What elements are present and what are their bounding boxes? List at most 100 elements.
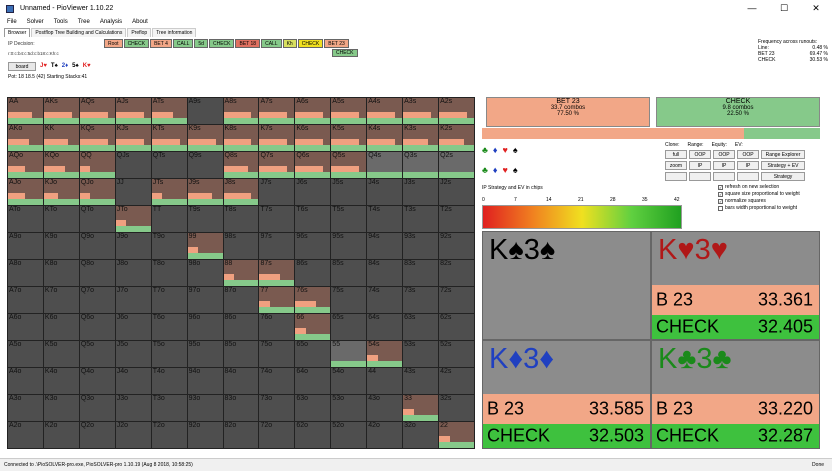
action-history-item[interactable]: CHECK [297, 39, 324, 48]
hand-cell[interactable]: KJs [115, 125, 151, 151]
hand-cell[interactable]: ATo [8, 206, 43, 232]
hand-cell[interactable]: 73s [403, 287, 439, 313]
hand-cell[interactable]: AJo [8, 179, 43, 205]
hand-cell[interactable]: J3o [115, 395, 151, 421]
hand-cell[interactable]: J7s [259, 179, 295, 205]
hand-cell[interactable]: T7s [259, 206, 295, 232]
hand-cell[interactable]: J4o [115, 368, 151, 394]
hand-cell[interactable]: 43s [403, 368, 439, 394]
hand-cell[interactable]: 55 [331, 341, 367, 367]
hand-cell[interactable]: 92o [187, 422, 223, 448]
hand-cell[interactable]: 54o [331, 368, 367, 394]
menu-item-analysis[interactable]: Analysis [100, 19, 122, 25]
hand-cell[interactable]: T3o [151, 395, 187, 421]
hand-cell[interactable]: AQs [79, 98, 115, 124]
control-button[interactable] [689, 172, 711, 181]
hand-cell[interactable]: 32o [403, 422, 439, 448]
hand-cell[interactable]: Q4o [79, 368, 115, 394]
tab-1[interactable]: Postflop Tree Building and Calculations [31, 28, 127, 37]
hand-cell[interactable]: 63o [295, 395, 331, 421]
hand-cell[interactable]: T8s [223, 206, 259, 232]
hand-cell[interactable]: J5s [331, 179, 367, 205]
hand-cell[interactable]: J2s [439, 179, 474, 205]
hand-cell[interactable]: K2o [43, 422, 79, 448]
tab-0[interactable]: Browser [4, 28, 31, 37]
hand-cell[interactable]: T6o [151, 314, 187, 340]
hand-cell[interactable]: 95s [331, 233, 367, 259]
hand-cell[interactable]: 96s [295, 233, 331, 259]
hand-cell[interactable]: Q5s [331, 152, 367, 178]
combo-cell[interactable]: K♣3♣ B 23 33.220 CHECK 32.287 [652, 341, 819, 448]
hand-cell[interactable]: T8o [151, 260, 187, 286]
hand-cell[interactable]: J8s [223, 179, 259, 205]
hand-cell[interactable]: 75s [331, 287, 367, 313]
hand-cell[interactable]: QJo [79, 179, 115, 205]
hand-cell[interactable]: 86o [223, 314, 259, 340]
hand-cell[interactable]: 65s [331, 314, 367, 340]
hand-cell[interactable]: 92s [439, 233, 474, 259]
hand-cell[interactable]: KJo [43, 179, 79, 205]
action-history-item[interactable]: 5d [194, 39, 208, 48]
hand-cell[interactable]: K4o [43, 368, 79, 394]
action-history-item[interactable]: CALL [261, 39, 282, 48]
hand-cell[interactable]: Q2s [439, 152, 474, 178]
hand-cell[interactable]: AA [8, 98, 43, 124]
hand-cell[interactable]: Q2o [79, 422, 115, 448]
display-option[interactable]: ✓ refresh on new selection [718, 184, 800, 190]
suit-filter-icon[interactable]: ♠ [513, 145, 518, 155]
hand-cell[interactable]: Q5o [79, 341, 115, 367]
hand-cell[interactable]: 94o [187, 368, 223, 394]
hand-cell[interactable]: Q6o [79, 314, 115, 340]
hand-cell[interactable]: Q8s [223, 152, 259, 178]
hand-cell[interactable]: QJs [115, 152, 151, 178]
action-history-item[interactable]: BET 23 [324, 39, 349, 48]
checkbox[interactable]: ✓ [718, 191, 723, 197]
control-button[interactable]: IP [713, 161, 735, 170]
control-button[interactable]: full [665, 150, 687, 159]
control-button[interactable]: zoom [665, 161, 687, 170]
hand-cell[interactable]: JJ [115, 179, 151, 205]
hand-cell[interactable]: T4s [367, 206, 403, 232]
hand-cell[interactable]: 95o [187, 341, 223, 367]
checkbox[interactable]: ✓ [718, 184, 723, 190]
action-history-item[interactable]: BET 18 [235, 39, 261, 48]
hand-cell[interactable]: K6o [43, 314, 79, 340]
hand-cell[interactable]: K8o [43, 260, 79, 286]
hand-cell[interactable]: A4s [367, 98, 403, 124]
hand-cell[interactable]: AJs [115, 98, 151, 124]
checkbox[interactable]: ✓ [718, 198, 723, 204]
hand-cell[interactable]: T3s [403, 206, 439, 232]
hand-cell[interactable]: 74o [259, 368, 295, 394]
hand-cell[interactable]: J9s [187, 179, 223, 205]
hand-cell[interactable]: J2o [115, 422, 151, 448]
hand-cell[interactable]: 76s [295, 287, 331, 313]
hand-cell[interactable]: 66 [295, 314, 331, 340]
hand-cell[interactable]: 22 [439, 422, 474, 448]
hand-cell[interactable]: 52o [331, 422, 367, 448]
hand-cell[interactable]: 98s [223, 233, 259, 259]
hand-cell[interactable]: A3s [403, 98, 439, 124]
hand-cell[interactable]: T7o [151, 287, 187, 313]
hand-cell[interactable]: 73o [259, 395, 295, 421]
hand-cell[interactable]: 62o [295, 422, 331, 448]
hand-cell[interactable]: ATs [151, 98, 187, 124]
hand-cell[interactable]: 62s [439, 314, 474, 340]
combo-cell[interactable]: K♥3♥ B 23 33.361 CHECK 32.405 [652, 232, 819, 339]
action-history-item[interactable]: Root [104, 39, 123, 48]
hand-cell[interactable]: T9s [187, 206, 223, 232]
hand-cell[interactable]: K4s [367, 125, 403, 151]
hand-cell[interactable]: 32s [439, 395, 474, 421]
hand-cell[interactable]: 99 [187, 233, 223, 259]
hand-cell[interactable]: JTo [115, 206, 151, 232]
hand-cell[interactable]: 75o [259, 341, 295, 367]
hand-cell[interactable]: 44 [367, 368, 403, 394]
hand-cell[interactable]: 94s [367, 233, 403, 259]
suit-filter-icon[interactable]: ♥ [503, 145, 508, 155]
hand-cell[interactable]: T6s [295, 206, 331, 232]
hand-cell[interactable]: A4o [8, 368, 43, 394]
hand-cell[interactable]: 52s [439, 341, 474, 367]
control-button[interactable] [737, 172, 759, 181]
hand-cell[interactable]: TT [151, 206, 187, 232]
hand-cell[interactable]: QTs [151, 152, 187, 178]
hand-cell[interactable]: A6o [8, 314, 43, 340]
